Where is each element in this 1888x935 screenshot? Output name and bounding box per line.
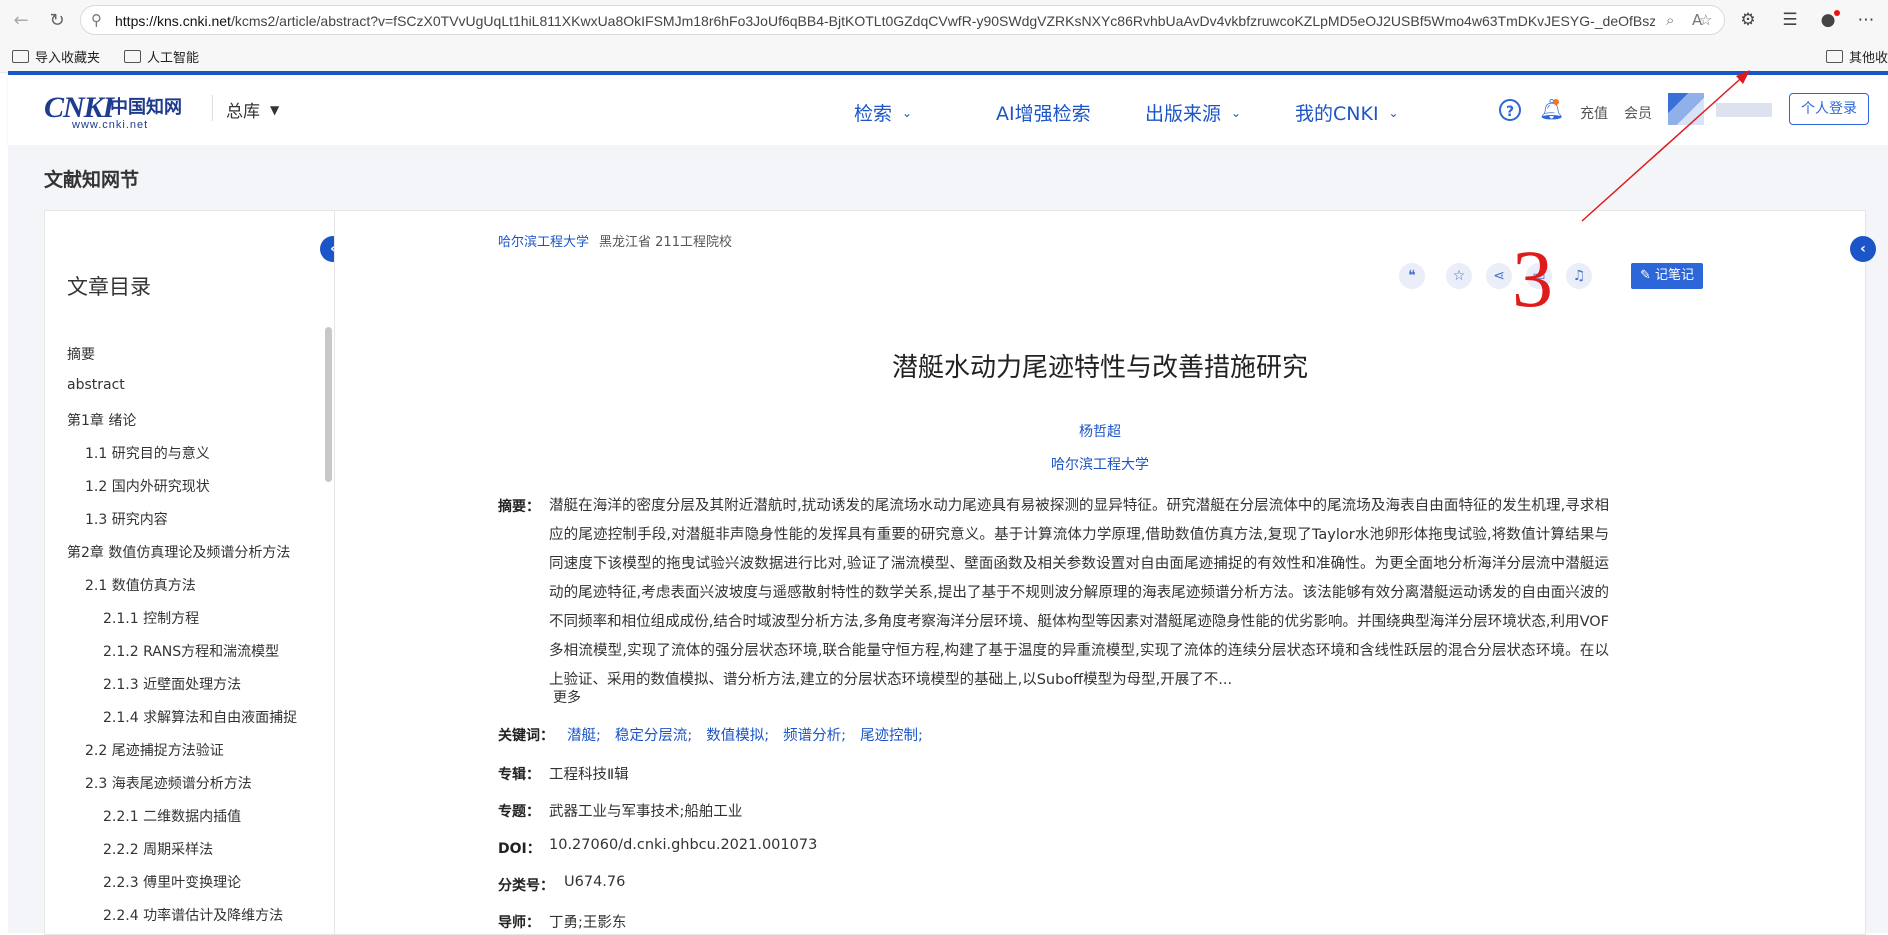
toc-panel: 文章目录 摘要 abstract 第1章 绪论 1.1 研究目的与意义 1.2 国内外研… <box>44 210 335 935</box>
edit-icon: ✎ <box>1639 268 1655 283</box>
help-icon[interactable]: ? <box>1499 99 1521 121</box>
keyword-link[interactable]: 数值模拟; <box>706 728 769 744</box>
recharge-link[interactable]: 充值 <box>1580 103 1608 123</box>
caret-down-icon: ▼ <box>270 103 280 117</box>
nav-ai-search[interactable]: AI增强检索 <box>996 99 1091 126</box>
folder-icon <box>124 50 141 63</box>
toc-item[interactable]: 2.1 数值仿真方法 <box>85 575 196 595</box>
advisor-label: 导师： <box>498 915 540 931</box>
bookmark-import[interactable]: 导入收藏夹 <box>12 47 100 66</box>
institution-name[interactable]: 哈尔滨工程大学 <box>1051 457 1149 473</box>
url-text: https://kns.cnki.net/kcms2/article/abstr… <box>115 13 1655 29</box>
bookmark-ai[interactable]: 人工智能 <box>124 47 199 66</box>
abstract-more-link[interactable]: 更多 <box>553 687 581 707</box>
bookmarks-bar: 导入收藏夹 人工智能 其他收藏 <box>0 40 1888 73</box>
toc-item[interactable]: 2.1.1 控制方程 <box>103 608 199 628</box>
import-icon <box>12 50 29 63</box>
username-blurred <box>1716 103 1772 117</box>
address-bar[interactable]: ⚲ https://kns.cnki.net/kcms2/article/abs… <box>80 5 1725 35</box>
institution-link: 哈尔滨工程大学 <box>335 454 1865 474</box>
browser-toolbar: ← ↻ ⚲ https://kns.cnki.net/kcms2/article… <box>0 0 1888 41</box>
personal-login-button[interactable]: 个人登录 <box>1789 93 1869 125</box>
abstract-text: 潜艇在海洋的密度分层及其附近潜航时,扰动诱发的尾流场水动力尾迹具有易被探测的显异… <box>549 498 1609 688</box>
toc-item[interactable]: 第1章 绪论 <box>67 410 136 430</box>
favorite-star-icon[interactable]: ☆ <box>1699 11 1712 29</box>
menu-icon[interactable]: ⋯ <box>1854 8 1878 32</box>
affiliation-link[interactable]: 哈尔滨工程大学 <box>498 235 589 250</box>
user-avatar[interactable] <box>1668 93 1704 125</box>
series-label: 专辑： <box>498 767 540 783</box>
nav-my-cnki[interactable]: 我的CNKI ⌄ <box>1295 99 1399 126</box>
database-select[interactable]: 总库 ▼ <box>211 95 280 122</box>
nav-sources[interactable]: 出版来源 ⌄ <box>1145 99 1241 126</box>
cnki-logo[interactable]: CNKI 中国知网 www.cnki.net <box>44 91 194 131</box>
toc-item[interactable]: 1.1 研究目的与意义 <box>85 443 210 463</box>
share-icon[interactable]: ⋖ <box>1486 263 1512 289</box>
toc-item[interactable]: 2.1.3 近壁面处理方法 <box>103 674 241 694</box>
site-header: CNKI 中国知网 www.cnki.net 总库 ▼ 检索 ⌄ AI增强检索 出版… <box>8 75 1888 145</box>
affiliation-tags: 黑龙江省 211工程院校 <box>599 235 732 250</box>
keyword-link[interactable]: 频谱分析; <box>783 728 846 744</box>
toc-item[interactable]: 1.3 研究内容 <box>85 509 168 529</box>
keywords-list: 潜艇; 稳定分层流; 数值模拟; 频谱分析; 尾迹控制; <box>567 724 937 745</box>
cite-icon[interactable]: ❝ <box>1399 263 1425 289</box>
nav-search[interactable]: 检索 ⌄ <box>854 99 912 126</box>
toc-item[interactable]: 2.1.2 RANS方程和湍流模型 <box>103 641 279 661</box>
chevron-down-icon: ⌄ <box>1388 106 1399 120</box>
collapse-right-panel-icon[interactable]: ‹ <box>1850 236 1876 262</box>
article-panel: 哈尔滨工程大学 黑龙江省 211工程院校 ❝ ☆ ⋖ ▭ ♫ ✎ 记笔记 潜艇水动… <box>334 210 1866 935</box>
topic-label: 专题： <box>498 804 540 820</box>
member-link[interactable]: 会员 <box>1624 103 1652 123</box>
toc-item[interactable]: 2.2.2 周期采样法 <box>103 839 213 859</box>
bookmark-other[interactable]: 其他收藏 <box>1826 47 1888 66</box>
keyword-link[interactable]: 潜艇; <box>567 728 601 744</box>
topic-value: 武器工业与军事技术;船舶工业 <box>549 804 743 820</box>
affiliation-header: 哈尔滨工程大学 黑龙江省 211工程院校 <box>498 231 732 250</box>
doi-label: DOI： <box>498 841 541 857</box>
alert-bell-icon[interactable]: ♫ <box>1566 263 1592 289</box>
abstract-label: 摘要： <box>498 499 540 515</box>
folder-icon <box>1826 50 1843 63</box>
zoom-icon[interactable]: ⌕ <box>1666 11 1674 29</box>
toc-item[interactable]: 2.2 尾迹捕捉方法验证 <box>85 740 224 760</box>
toc-item[interactable]: 2.3 海表尾迹频谱分析方法 <box>85 773 252 793</box>
classification-label: 分类号： <box>498 878 554 894</box>
author-name[interactable]: 杨哲超 <box>1079 424 1121 440</box>
keyword-link[interactable]: 尾迹控制; <box>860 728 923 744</box>
section-title: 文献知网节 <box>44 169 140 191</box>
lock-icon[interactable]: ⚲ <box>91 11 102 29</box>
chevron-down-icon: ⌄ <box>902 106 913 120</box>
favorites-icon[interactable]: ☰ <box>1778 8 1802 32</box>
toc-item[interactable]: 第2章 数值仿真理论及频谱分析方法 <box>67 542 290 562</box>
toc-item[interactable]: 2.1.4 求解算法和自由液面捕捉 <box>103 707 297 727</box>
keyword-link[interactable]: 稳定分层流; <box>615 728 692 744</box>
profile-badge <box>1834 10 1840 16</box>
take-note-button[interactable]: ✎ 记笔记 <box>1631 263 1703 289</box>
toc-item[interactable]: abstract <box>67 377 125 393</box>
series-value: 工程科技Ⅱ辑 <box>549 767 629 783</box>
toc-item[interactable]: 1.2 国内外研究现状 <box>85 476 210 496</box>
toc-title: 文章目录 <box>67 275 151 299</box>
chevron-down-icon: ⌄ <box>1231 106 1242 120</box>
toc-scrollbar[interactable] <box>325 327 332 482</box>
notification-bell-icon[interactable]: 🔔︎ <box>1539 97 1564 121</box>
toc-item[interactable]: 2.2.1 二维数据内插值 <box>103 806 241 826</box>
advisor-value[interactable]: 丁勇;王影东 <box>549 911 626 932</box>
author-link: 杨哲超 <box>335 421 1865 441</box>
back-icon[interactable]: ← <box>8 8 34 34</box>
toc-item[interactable]: 2.2.4 功率谱估计及降维方法 <box>103 905 283 925</box>
keywords-label: 关键词： <box>498 728 554 744</box>
toc-item[interactable]: 2.2.3 傅里叶变换理论 <box>103 872 241 892</box>
favorite-icon[interactable]: ☆ <box>1446 263 1472 289</box>
article-title: 潜艇水动力尾迹特性与改善措施研究 <box>891 353 1308 383</box>
annotation-number: 3 <box>1512 233 1553 324</box>
reload-icon[interactable]: ↻ <box>44 8 70 34</box>
doi-value: 10.27060/d.cnki.ghbcu.2021.001073 <box>549 837 818 853</box>
classification-value: U674.76 <box>564 874 626 890</box>
notification-dot <box>1553 99 1559 105</box>
extensions-icon[interactable]: ⚙ <box>1736 8 1760 32</box>
toc-item[interactable]: 摘要 <box>67 344 95 364</box>
